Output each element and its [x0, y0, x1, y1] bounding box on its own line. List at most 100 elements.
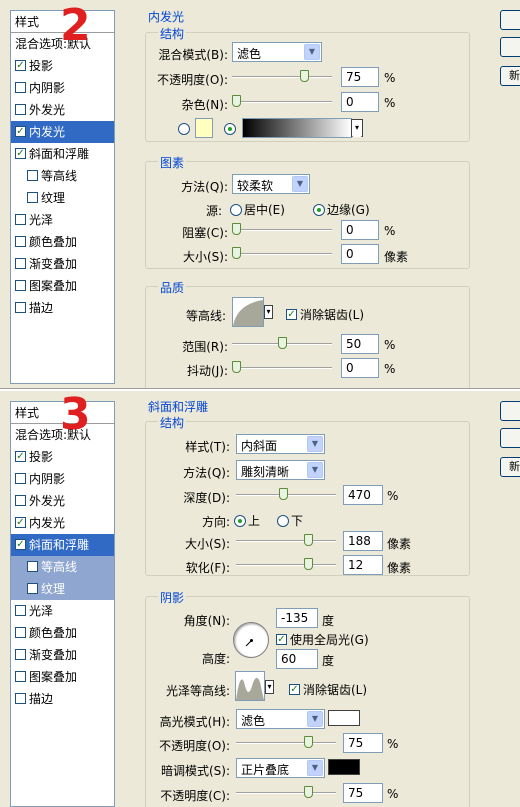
sidebar-item[interactable]: 纹理	[11, 187, 114, 209]
slider-thumb[interactable]	[304, 786, 313, 798]
checkbox-icon[interactable]	[15, 671, 26, 682]
slider-thumb[interactable]	[279, 488, 288, 500]
gradient-dropdown[interactable]: ▾	[351, 119, 363, 137]
checkbox-icon[interactable]	[15, 280, 26, 291]
checkbox-icon[interactable]: ✓	[15, 517, 26, 528]
sidebar-item[interactable]: 光泽	[11, 600, 114, 622]
shadow-mode-select[interactable]: 正片叠底 ▼	[236, 758, 325, 778]
checkbox-icon[interactable]	[15, 649, 26, 660]
contour-picker[interactable]	[232, 297, 264, 327]
sidebar-item[interactable]: 渐变叠加	[11, 644, 114, 666]
checkbox-icon[interactable]	[15, 82, 26, 93]
sidebar-item[interactable]: 内阴影	[11, 77, 114, 99]
checkbox-icon[interactable]	[27, 170, 38, 181]
jitter-input[interactable]: 0	[341, 358, 379, 378]
soften-input[interactable]: 12	[343, 555, 383, 575]
highlight-opacity-slider[interactable]	[236, 736, 336, 750]
checkbox-icon[interactable]	[15, 605, 26, 616]
checkbox-icon[interactable]	[15, 693, 26, 704]
jitter-slider[interactable]	[232, 361, 332, 375]
sidebar-item[interactable]: ✓ 投影	[11, 55, 114, 77]
new-style-button[interactable]: 新	[500, 457, 520, 477]
shadow-color-swatch[interactable]	[328, 759, 360, 775]
sidebar-item[interactable]: ✓ 斜面和浮雕	[11, 143, 114, 165]
technique-select[interactable]: 雕刻清晰 ▼	[236, 460, 325, 480]
checkbox-icon[interactable]	[15, 302, 26, 313]
noise-input[interactable]: 0	[341, 92, 379, 112]
highlight-opacity-input[interactable]: 75	[343, 733, 383, 753]
checkbox-icon[interactable]	[15, 258, 26, 269]
cancel-button[interactable]	[500, 428, 520, 448]
antialias-checkbox[interactable]: ✓ 消除锯齿(L)	[286, 306, 364, 323]
checkbox-icon[interactable]: ✓	[15, 60, 26, 71]
soften-slider[interactable]	[236, 558, 336, 572]
checkbox-icon[interactable]: ✓	[15, 148, 26, 159]
gloss-contour-picker[interactable]	[235, 671, 265, 701]
slider-thumb[interactable]	[300, 70, 309, 82]
checkbox-icon[interactable]: ✓	[15, 126, 26, 137]
style-select[interactable]: 内斜面 ▼	[236, 434, 325, 454]
sidebar-item[interactable]: 颜色叠加	[11, 622, 114, 644]
highlight-mode-select[interactable]: 滤色 ▼	[236, 709, 325, 729]
slider-thumb[interactable]	[304, 558, 313, 570]
sidebar-item[interactable]: 等高线	[11, 556, 114, 578]
shadow-opacity-slider[interactable]	[236, 786, 336, 800]
size-slider[interactable]	[232, 247, 332, 261]
cancel-button[interactable]	[500, 37, 520, 57]
gloss-contour-dropdown[interactable]: ▾	[265, 680, 274, 694]
checkbox-icon[interactable]	[15, 236, 26, 247]
gradient-radio[interactable]	[224, 123, 236, 135]
check-icon[interactable]: ✓	[286, 309, 297, 320]
opacity-input[interactable]: 75	[341, 67, 379, 87]
angle-input[interactable]: -135	[276, 608, 318, 628]
antialias-checkbox[interactable]: ✓ 消除锯齿(L)	[289, 681, 367, 698]
sidebar-item[interactable]: 图案叠加	[11, 666, 114, 688]
shadow-opacity-input[interactable]: 75	[343, 783, 383, 803]
checkbox-icon[interactable]: ✓	[15, 539, 26, 550]
choke-slider[interactable]	[232, 223, 332, 237]
sidebar-item[interactable]: ✓ 内发光	[11, 121, 114, 143]
sidebar-item[interactable]: ✓ 内发光	[11, 512, 114, 534]
checkbox-icon[interactable]	[15, 473, 26, 484]
range-slider[interactable]	[232, 337, 332, 351]
gradient-swatch[interactable]	[242, 118, 352, 138]
checkbox-icon[interactable]	[27, 561, 38, 572]
blend-mode-select[interactable]: 滤色 ▼	[232, 42, 322, 62]
direction-up-option[interactable]: 上	[234, 512, 260, 529]
sidebar-item[interactable]: ✓ 投影	[11, 446, 114, 468]
range-input[interactable]: 50	[341, 334, 379, 354]
depth-input[interactable]: 470	[343, 485, 383, 505]
sidebar-item[interactable]: 内阴影	[11, 468, 114, 490]
radio-icon[interactable]	[313, 203, 325, 216]
angle-dial[interactable]	[233, 622, 269, 658]
size-slider[interactable]	[236, 534, 336, 548]
slider-thumb[interactable]	[232, 223, 241, 235]
check-icon[interactable]: ✓	[276, 634, 287, 645]
size-input[interactable]: 0	[341, 244, 379, 264]
sidebar-item[interactable]: 外发光	[11, 99, 114, 121]
radio-icon[interactable]	[277, 514, 289, 527]
color-radio[interactable]	[178, 123, 190, 135]
checkbox-icon[interactable]	[15, 214, 26, 225]
checkbox-icon[interactable]	[15, 627, 26, 638]
new-style-button[interactable]: 新	[500, 66, 520, 86]
slider-thumb[interactable]	[304, 736, 313, 748]
radio-icon[interactable]	[230, 203, 242, 216]
checkbox-icon[interactable]	[27, 583, 38, 594]
sidebar-item[interactable]: 光泽	[11, 209, 114, 231]
sidebar-item[interactable]: 等高线	[11, 165, 114, 187]
sidebar-item[interactable]: 渐变叠加	[11, 253, 114, 275]
global-light-checkbox[interactable]: ✓ 使用全局光(G)	[276, 631, 369, 648]
depth-slider[interactable]	[236, 488, 336, 502]
method-select[interactable]: 较柔软 ▼	[232, 174, 310, 194]
radio-icon[interactable]	[234, 514, 246, 527]
sidebar-item[interactable]: 纹理	[11, 578, 114, 600]
sidebar-item[interactable]: 描边	[11, 297, 114, 319]
size-input[interactable]: 188	[343, 531, 383, 551]
sidebar-item[interactable]: 外发光	[11, 490, 114, 512]
slider-thumb[interactable]	[232, 247, 241, 259]
direction-down-option[interactable]: 下	[277, 512, 303, 529]
highlight-color-swatch[interactable]	[328, 710, 360, 726]
slider-thumb[interactable]	[304, 534, 313, 546]
opacity-slider[interactable]	[232, 70, 332, 84]
